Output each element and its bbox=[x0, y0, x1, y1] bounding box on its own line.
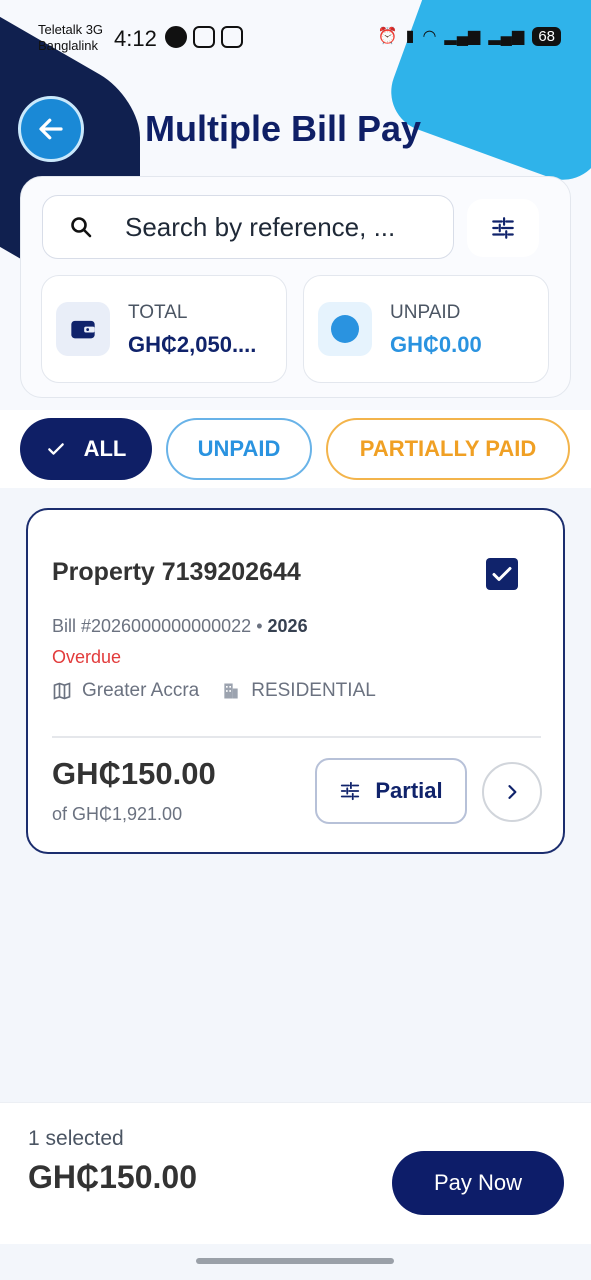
page-title: Multiple Bill Pay bbox=[145, 108, 422, 149]
filter-chips: ALL UNPAID PARTIALLY PAID bbox=[0, 410, 591, 488]
instagram-icon bbox=[193, 26, 215, 48]
bill-amount: GH₵150.00 bbox=[52, 756, 216, 791]
selected-total: GH₵150.00 bbox=[28, 1159, 197, 1195]
vibrate-icon: ▮ bbox=[405, 28, 415, 45]
bill-details-button[interactable] bbox=[482, 762, 542, 822]
separator: • bbox=[256, 616, 263, 636]
partial-button-label: Partial bbox=[375, 778, 443, 803]
carrier-line-1: Teletalk 3G bbox=[38, 22, 104, 37]
home-indicator[interactable] bbox=[196, 1258, 394, 1264]
bill-year: 2026 bbox=[267, 616, 308, 636]
chip-all-label: ALL bbox=[83, 436, 127, 461]
search-icon bbox=[71, 217, 92, 238]
status-time: 4:12 bbox=[114, 26, 157, 51]
wallet-icon bbox=[71, 320, 95, 339]
chip-partially-paid[interactable]: PARTIALLY PAID bbox=[326, 418, 570, 480]
check-icon bbox=[492, 567, 512, 581]
arrow-left-icon bbox=[39, 118, 63, 140]
chip-partially-paid-label: PARTIALLY PAID bbox=[359, 436, 537, 461]
check-icon bbox=[47, 443, 64, 455]
total-label: TOTAL bbox=[128, 302, 188, 323]
wallet-icon-container bbox=[56, 302, 110, 356]
carrier-line-2: Banglalink bbox=[38, 38, 98, 53]
pay-now-button[interactable]: Pay Now bbox=[392, 1151, 564, 1215]
sliders-icon bbox=[341, 781, 360, 801]
unpaid-label: UNPAID bbox=[390, 302, 461, 323]
bill-checkbox[interactable] bbox=[486, 558, 518, 590]
selected-count: 1 selected bbox=[28, 1127, 124, 1150]
search-input[interactable] bbox=[125, 211, 425, 243]
signal-icon: ▂▄▆ bbox=[444, 28, 481, 45]
circle-icon bbox=[331, 315, 359, 343]
battery-icon: 68 bbox=[532, 26, 561, 46]
status-badge: Overdue bbox=[52, 647, 122, 667]
notification-icons bbox=[165, 26, 243, 48]
chip-unpaid-label: UNPAID bbox=[197, 436, 281, 461]
sliders-icon bbox=[492, 217, 514, 239]
carrier-info: Teletalk 3G Banglalink bbox=[38, 22, 103, 54]
total-stat-card: TOTAL GH₵2,050.... bbox=[41, 275, 287, 383]
building-icon bbox=[224, 683, 238, 699]
status-bar: Teletalk 3G Banglalink 4:12 ⏰ ▮ ◠ ▂▄▆ ▂▄… bbox=[0, 0, 591, 80]
bill-number: Bill #2026000000000022 bbox=[52, 616, 252, 636]
chip-all[interactable]: ALL bbox=[20, 418, 152, 480]
property-type: RESIDENTIAL bbox=[251, 680, 376, 701]
map-icon bbox=[53, 682, 71, 700]
unpaid-icon-container bbox=[318, 302, 372, 356]
instagram-icon bbox=[221, 26, 243, 48]
filter-button[interactable] bbox=[467, 199, 539, 257]
system-icons: ⏰ ▮ ◠ ▂▄▆ ▂▄▆ 68 bbox=[378, 26, 561, 46]
messenger-icon bbox=[165, 26, 187, 48]
bill-total-amount: of GH₵1,921.00 bbox=[52, 804, 183, 824]
bill-meta: Greater Accra RESIDENTIAL bbox=[52, 680, 376, 702]
total-value: GH₵2,050.... bbox=[128, 332, 257, 357]
signal-icon: ▂▄▆ bbox=[488, 28, 525, 45]
unpaid-stat-card: UNPAID GH₵0.00 bbox=[303, 275, 549, 383]
back-button[interactable] bbox=[18, 96, 84, 162]
partial-payment-button[interactable]: Partial bbox=[315, 758, 467, 824]
checkout-bar: 1 selected GH₵150.00 Pay Now bbox=[0, 1102, 591, 1244]
region: Greater Accra bbox=[82, 680, 200, 701]
chip-unpaid[interactable]: UNPAID bbox=[166, 418, 312, 480]
unpaid-value: GH₵0.00 bbox=[390, 332, 482, 357]
divider bbox=[52, 736, 541, 738]
bill-card[interactable]: Property 7139202644 Bill #20260000000000… bbox=[26, 508, 565, 854]
property-title: Property 7139202644 bbox=[52, 558, 301, 586]
wifi-icon: ◠ bbox=[422, 28, 437, 45]
bill-number-row: Bill #2026000000000022 • 2026 bbox=[52, 616, 308, 637]
alarm-icon: ⏰ bbox=[377, 28, 398, 45]
chevron-right-icon bbox=[508, 785, 517, 799]
search-panel: TOTAL GH₵2,050.... UNPAID GH₵0.00 bbox=[20, 176, 571, 398]
search-box[interactable] bbox=[42, 195, 454, 259]
